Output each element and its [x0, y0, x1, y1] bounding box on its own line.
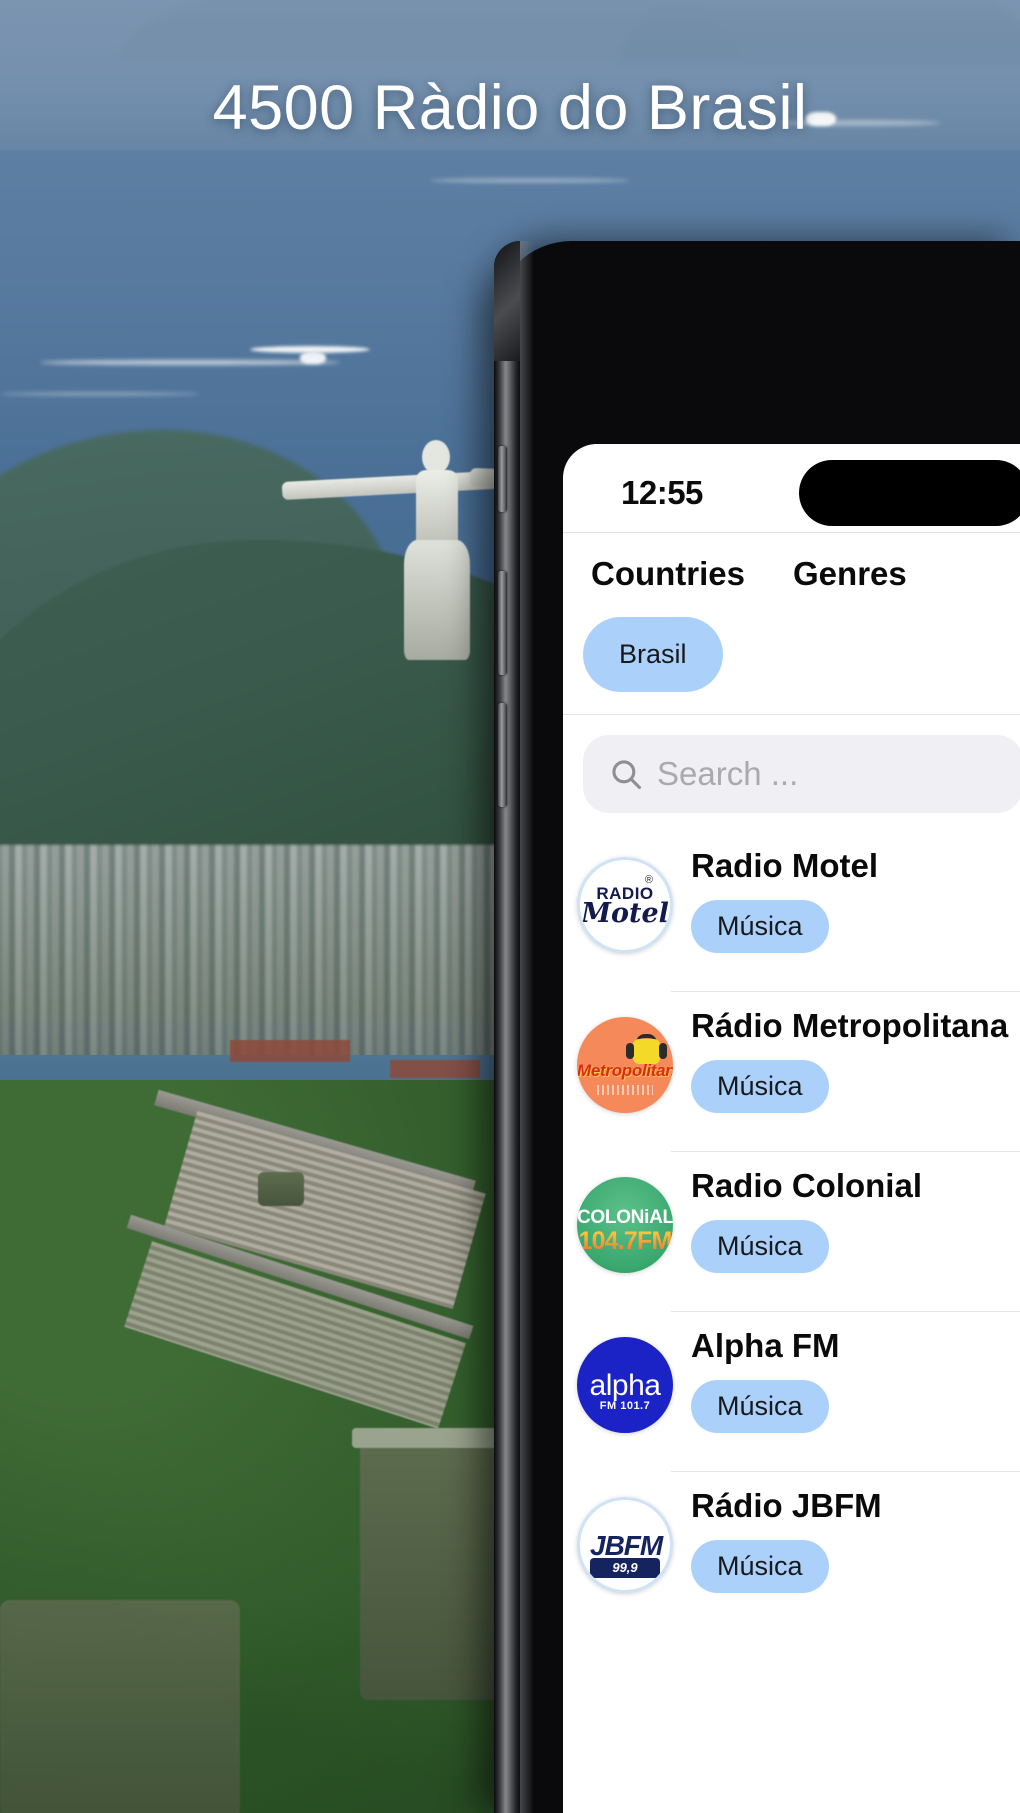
sea-streak — [430, 178, 630, 183]
station-name: Rádio JBFM — [691, 1487, 882, 1524]
station-logo-radio-jbfm: JBFM 99,9 — [577, 1497, 673, 1593]
station-info: Radio Motel Música — [691, 831, 878, 953]
phone-mockup: 12:55 Countries Genres Brasil Search ... — [494, 241, 1020, 1813]
volume-up-button[interactable] — [498, 571, 507, 675]
search-placeholder: Search ... — [657, 755, 799, 792]
station-info: Radio Colonial Música — [691, 1151, 922, 1273]
station-logo-radio-colonial: COLONiAL 104.7FM — [577, 1177, 673, 1273]
station-info: Rádio Metropolitana Música — [691, 991, 1008, 1113]
logo-line2: Motel — [581, 898, 669, 929]
tab-bar: Countries Genres — [563, 533, 1020, 607]
row-divider — [671, 1311, 1020, 1312]
status-bar-time: 12:55 — [621, 474, 703, 511]
row-divider — [671, 1151, 1020, 1152]
bezel-sheen — [520, 241, 534, 1813]
filter-chip-row: Brasil — [563, 607, 1020, 714]
station-genre-tag[interactable]: Música — [691, 1219, 829, 1273]
logo-line2: FM 101.7 — [599, 1400, 651, 1412]
station-name: Radio Colonial — [691, 1167, 922, 1204]
registered-mark-icon: ® — [644, 874, 653, 886]
filter-chip-brasil[interactable]: Brasil — [583, 617, 723, 692]
row-divider — [671, 1471, 1020, 1472]
structure — [0, 1600, 240, 1813]
station-logo-alpha-fm: alpha FM 101.7 — [577, 1337, 673, 1433]
station-genre-tag[interactable]: Música — [691, 899, 829, 953]
station-row[interactable]: JBFM 99,9 Rádio JBFM Música — [563, 1471, 1020, 1631]
station-logo-radio-metropolitana: Metropolitana — [577, 1017, 673, 1113]
statue-head — [422, 440, 450, 474]
search-icon — [612, 760, 642, 790]
logo-line2: 104.7FM — [578, 1227, 672, 1255]
sea-streak — [40, 360, 340, 365]
station-genre-tag[interactable]: Música — [691, 1539, 829, 1593]
station-genre-tag[interactable]: Música — [691, 1059, 829, 1113]
phone-rail-top-cap — [494, 241, 520, 361]
logo-wordmark: Metropolitana — [577, 1061, 673, 1080]
search-bar-container: Search ... — [563, 715, 1020, 831]
logo-line2: 99,9 — [590, 1558, 660, 1578]
silent-switch[interactable] — [498, 446, 507, 512]
tab-genres[interactable]: Genres — [793, 555, 907, 593]
station-row[interactable]: RADIO Motel ® Radio Motel Música — [563, 831, 1020, 991]
volume-down-button[interactable] — [498, 703, 507, 807]
station-list: RADIO Motel ® Radio Motel Música Metropo… — [563, 831, 1020, 1631]
tab-countries[interactable]: Countries — [591, 555, 745, 593]
rooftop — [390, 1060, 480, 1078]
sea-streak — [0, 392, 200, 396]
station-info: Rádio JBFM Música — [691, 1471, 882, 1593]
station-row[interactable]: COLONiAL 104.7FM Radio Colonial Música — [563, 1151, 1020, 1311]
station-name: Radio Motel — [691, 847, 878, 884]
search-input[interactable]: Search ... — [583, 735, 1020, 813]
station-info: Alpha FM Música — [691, 1311, 839, 1433]
dynamic-island — [799, 460, 1020, 526]
soundwave-icon — [597, 1085, 653, 1095]
station-name: Rádio Metropolitana — [691, 1007, 1009, 1044]
green-kiosk — [258, 1172, 304, 1206]
statue-robe — [404, 540, 470, 660]
station-name: Alpha FM — [691, 1327, 840, 1364]
row-divider — [671, 991, 1020, 992]
rooftop — [230, 1040, 350, 1062]
station-genre-tag[interactable]: Música — [691, 1379, 829, 1433]
station-row[interactable]: alpha FM 101.7 Alpha FM Música — [563, 1311, 1020, 1471]
logo-line1: alpha — [589, 1369, 661, 1402]
station-row[interactable]: Metropolitana Rádio Metropolitana Música — [563, 991, 1020, 1151]
status-bar: 12:55 — [563, 444, 1020, 532]
logo-line1: COLONiAL — [577, 1207, 673, 1228]
station-logo-radio-motel: RADIO Motel ® — [577, 857, 673, 953]
page-title: 4500 Ràdio do Brasil — [212, 73, 808, 143]
boat — [300, 352, 326, 364]
city-shading — [0, 845, 570, 1060]
phone-screen: 12:55 Countries Genres Brasil Search ... — [563, 444, 1020, 1813]
